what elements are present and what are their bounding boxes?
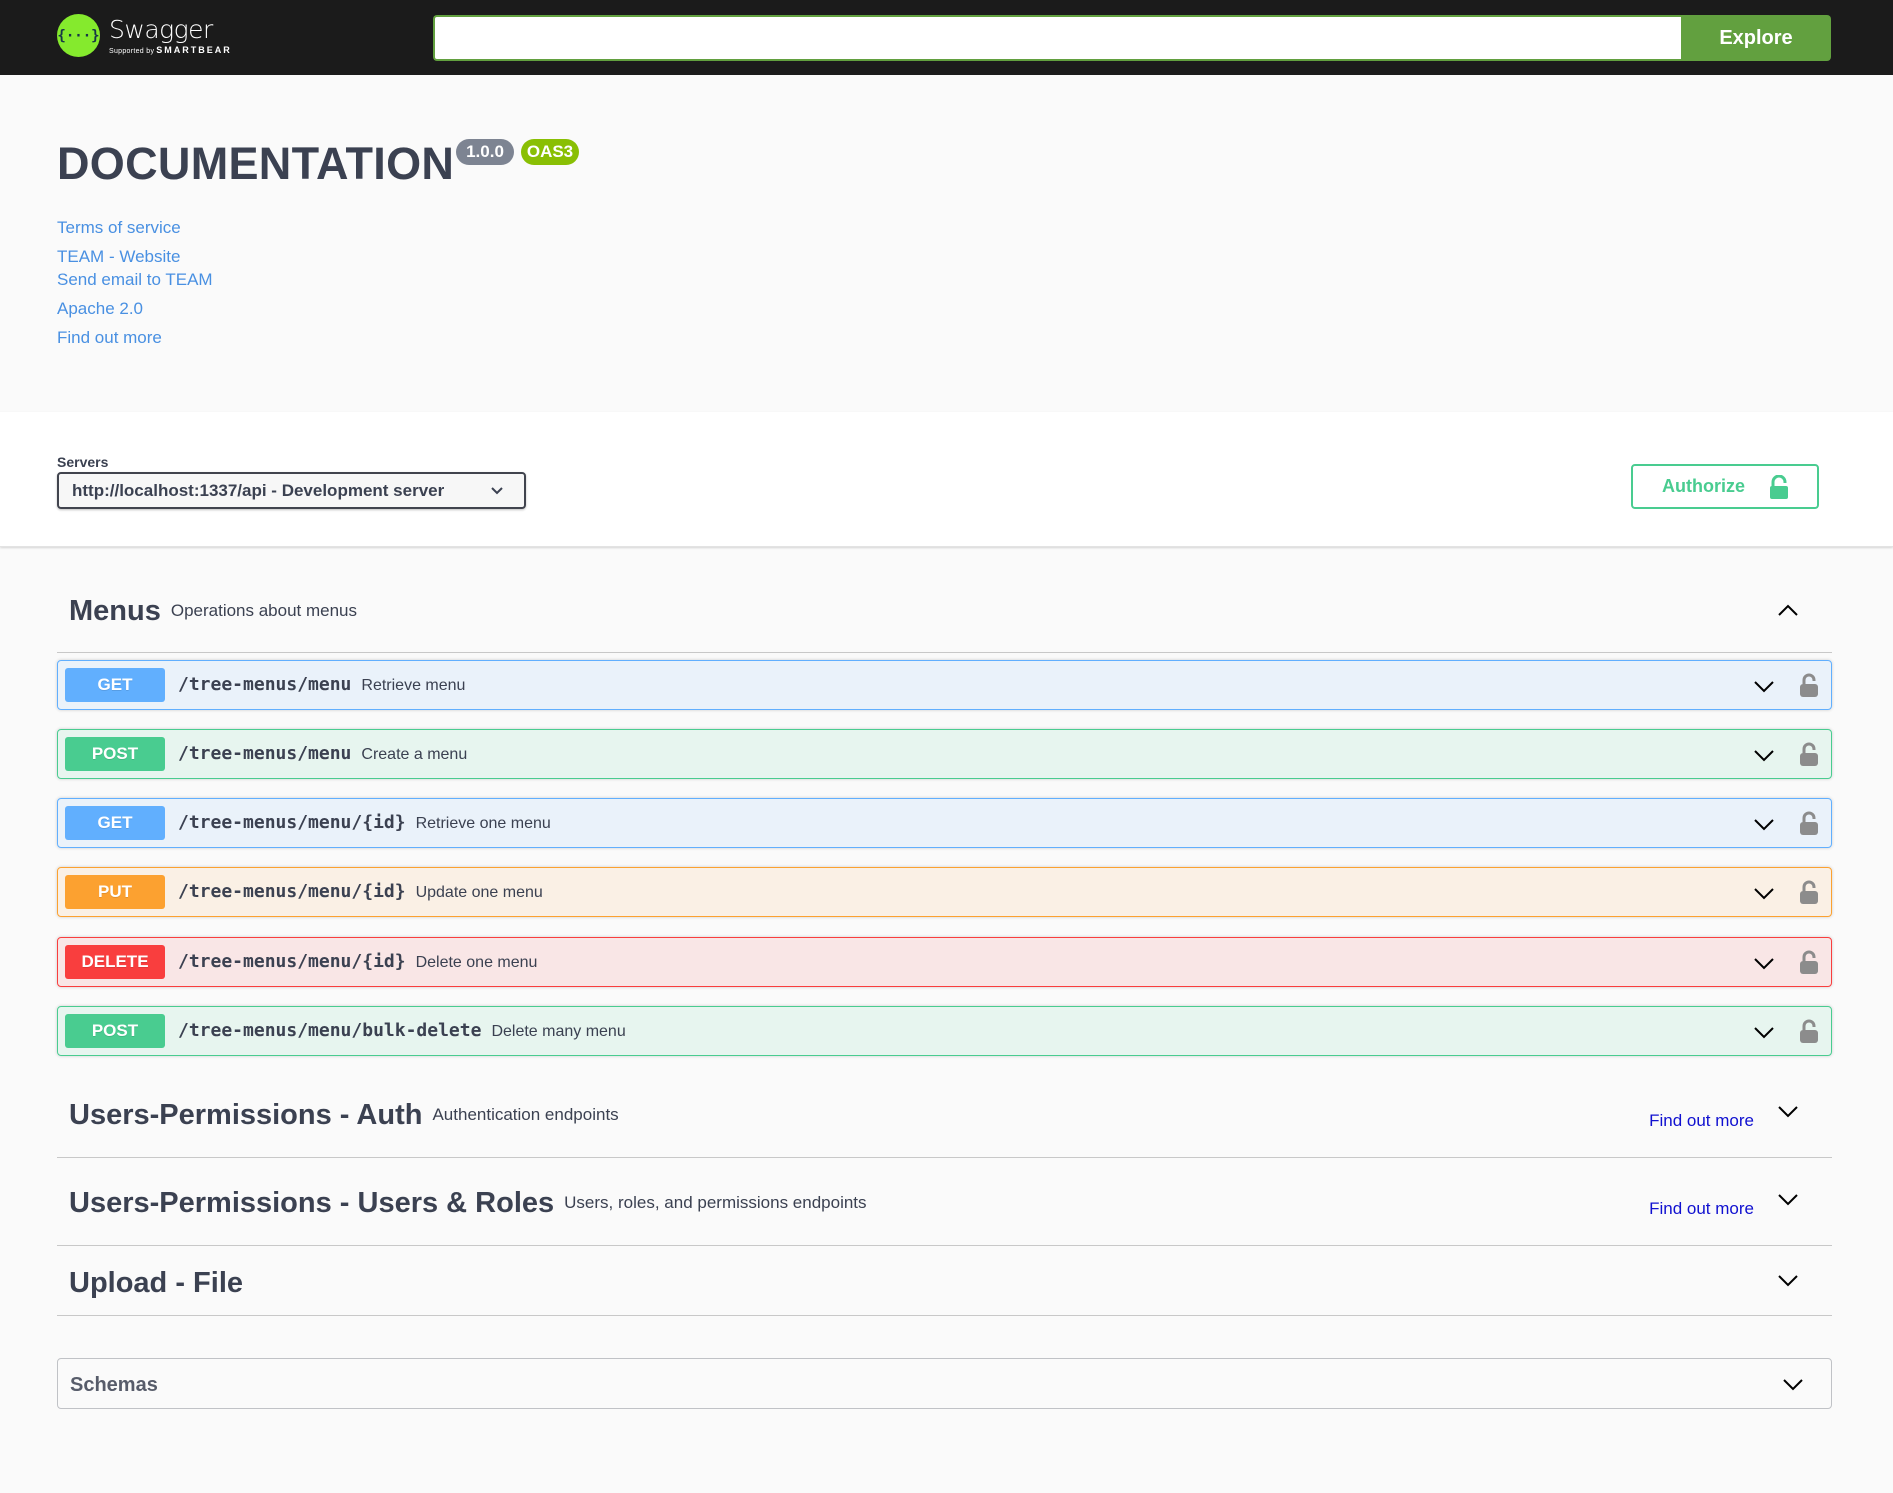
operation-path: /tree-menus/menu/{id} [178, 951, 406, 972]
oas-badge: OAS3 [521, 139, 579, 165]
schemas-section[interactable]: Schemas [57, 1358, 1832, 1409]
operation-summary: Retrieve one menu [415, 815, 551, 832]
operation-path: /tree-menus/menu/{id} [178, 881, 406, 902]
chevron-down-icon [491, 487, 503, 495]
operation-path: /tree-menus/menu/{id} [178, 812, 406, 833]
chevron-down-icon[interactable] [1776, 1268, 1800, 1292]
operation-summary: Delete one menu [415, 954, 538, 971]
operation-get-menu-id[interactable]: GET /tree-menus/menu/{id} Retrieve one me… [57, 798, 1832, 848]
swagger-logo[interactable]: {···} Swagger Supported by SMARTBEAR [57, 14, 232, 57]
tag-upload-file[interactable]: Upload - File [57, 1255, 1832, 1316]
find-out-more-link[interactable]: Find out more [1649, 1111, 1754, 1131]
find-out-more-link[interactable]: Find out more [57, 328, 162, 348]
chevron-down-icon[interactable] [1752, 674, 1776, 698]
chevron-down-icon[interactable] [1752, 951, 1776, 975]
spec-url-input[interactable] [433, 15, 1682, 61]
chevron-down-icon[interactable] [1776, 1187, 1800, 1211]
operation-path: /tree-menus/menu/bulk-delete [178, 1020, 482, 1041]
send-email-link[interactable]: Send email to TEAM [57, 270, 213, 290]
chevron-down-icon[interactable] [1752, 1020, 1776, 1044]
tag-description: Users, roles, and permissions endpoints [564, 1193, 867, 1212]
lock-icon[interactable] [1799, 741, 1819, 767]
authorize-label: Authorize [1662, 476, 1745, 496]
top-bar: {···} Swagger Supported by SMARTBEAR Expl… [0, 0, 1893, 75]
schemas-title: Schemas [70, 1374, 158, 1396]
logo-wordmark: Swagger [109, 14, 213, 44]
operation-post-menu[interactable]: POST /tree-menus/menu Create a menu [57, 729, 1832, 779]
servers-label: Servers [57, 454, 109, 470]
version-badge: 1.0.0 [456, 139, 514, 165]
tag-users-permissions-users-roles[interactable]: Users-Permissions - Users & Roles Users, … [57, 1173, 1832, 1246]
lock-icon[interactable] [1799, 949, 1819, 975]
page-title: DOCUMENTATION [57, 138, 455, 189]
method-badge: POST [65, 737, 165, 771]
lock-icon[interactable] [1799, 1018, 1819, 1044]
operation-summary: Retrieve menu [361, 677, 466, 694]
method-badge: DELETE [65, 945, 165, 979]
tag-description: Operations about menus [170, 601, 358, 620]
explore-button[interactable]: Explore [1681, 15, 1831, 61]
servers-selected-value: http://localhost:1337/api - Development … [72, 480, 445, 500]
chevron-down-icon[interactable] [1781, 1372, 1805, 1396]
tag-title: Upload - File [69, 1267, 243, 1299]
team-website-link[interactable]: TEAM - Website [57, 247, 180, 267]
tag-title: Users-Permissions - Auth [69, 1099, 423, 1131]
operation-put-menu-id[interactable]: PUT /tree-menus/menu/{id} Update one menu [57, 867, 1832, 917]
tag-title: Users-Permissions - Users & Roles [69, 1187, 555, 1219]
terms-of-service-link[interactable]: Terms of service [57, 218, 181, 238]
tag-menus[interactable]: Menus Operations about menus [57, 585, 1832, 653]
method-badge: GET [65, 668, 165, 702]
operation-delete-menu-id[interactable]: DELETE /tree-menus/menu/{id} Delete one m… [57, 937, 1832, 987]
chevron-down-icon[interactable] [1752, 743, 1776, 767]
license-link[interactable]: Apache 2.0 [57, 299, 143, 319]
lock-icon[interactable] [1799, 672, 1819, 698]
operation-summary: Update one menu [415, 884, 543, 901]
operation-post-bulk-delete[interactable]: POST /tree-menus/menu/bulk-delete Delete … [57, 1006, 1832, 1056]
method-badge: POST [65, 1014, 165, 1048]
operation-get-menu[interactable]: GET /tree-menus/menu Retrieve menu [57, 660, 1832, 710]
method-badge: GET [65, 806, 165, 840]
lock-icon[interactable] [1799, 810, 1819, 836]
tag-description: Authentication endpoints [432, 1105, 619, 1124]
operation-path: /tree-menus/menu [178, 674, 352, 695]
tag-title: Menus [69, 595, 161, 627]
chevron-down-icon[interactable] [1776, 1099, 1800, 1123]
logo-tagline: Supported by SMARTBEAR [109, 44, 232, 55]
lock-icon[interactable] [1799, 879, 1819, 905]
chevron-down-icon[interactable] [1752, 812, 1776, 836]
method-badge: PUT [65, 875, 165, 909]
operation-path: /tree-menus/menu [178, 743, 352, 764]
servers-select[interactable]: http://localhost:1337/api - Development … [57, 472, 526, 509]
tag-users-permissions-auth[interactable]: Users-Permissions - Auth Authentication e… [57, 1085, 1832, 1158]
chevron-up-icon[interactable] [1776, 599, 1800, 623]
chevron-down-icon[interactable] [1752, 881, 1776, 905]
find-out-more-link[interactable]: Find out more [1649, 1199, 1754, 1219]
operation-summary: Delete many menu [491, 1023, 626, 1040]
swagger-logo-icon: {···} [57, 14, 100, 57]
authorize-button[interactable]: Authorize [1631, 464, 1819, 509]
unlock-icon [1770, 475, 1788, 499]
operation-summary: Create a menu [361, 746, 468, 763]
